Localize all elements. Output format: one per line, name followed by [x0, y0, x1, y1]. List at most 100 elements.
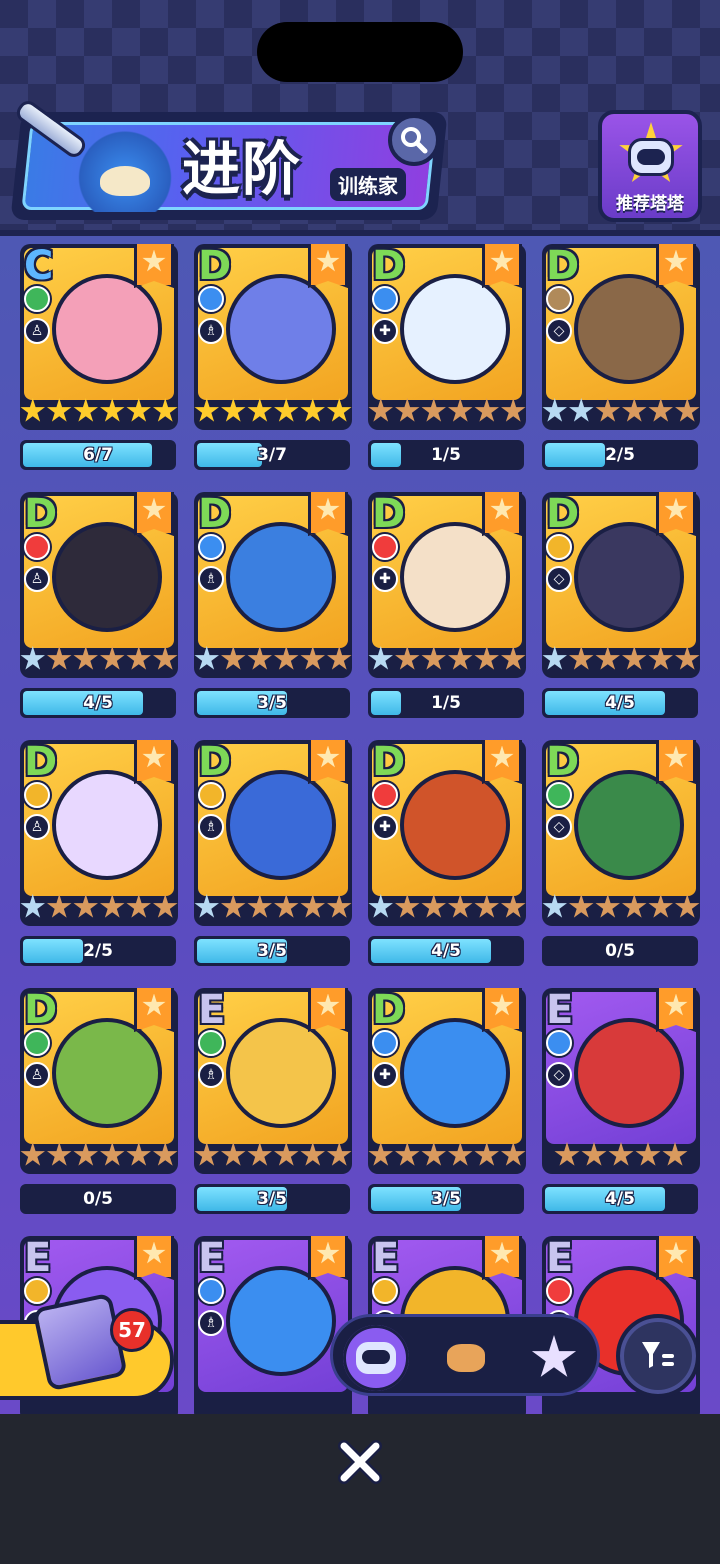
bronze-star-icon	[221, 894, 246, 918]
bronze-star-icon	[153, 646, 178, 670]
bronze-star-icon	[395, 1142, 420, 1166]
camera-notch	[257, 22, 463, 82]
role-icon: ♗	[198, 1062, 224, 1088]
creature-card[interactable]: D ♙	[20, 740, 178, 926]
progress-bar: 1/5	[368, 688, 524, 718]
bronze-star-icon	[501, 646, 526, 670]
bronze-star-icon	[300, 646, 325, 670]
bronze-star-icon	[274, 646, 299, 670]
grass-element-icon	[198, 1030, 224, 1056]
silver-star-icon	[542, 398, 567, 422]
progress-bar: 0/5	[20, 1184, 176, 1214]
bronze-star-icon	[635, 1142, 661, 1166]
creature-card[interactable]: D ✚	[368, 988, 526, 1174]
star-icon	[316, 497, 340, 520]
progress-text: 6/7	[83, 445, 113, 465]
bronze-star-icon	[100, 646, 125, 670]
creature-card[interactable]: D ♙	[20, 988, 178, 1174]
bronze-star-icon	[448, 894, 473, 918]
bronze-star-icon	[126, 1142, 151, 1166]
creature-card[interactable]: D ♙	[20, 492, 178, 678]
bronze-star-icon	[608, 1142, 634, 1166]
bronze-star-icon	[501, 894, 526, 918]
grade-label: E	[198, 987, 226, 1033]
creature-icon	[574, 522, 684, 632]
electric-element-icon	[198, 782, 224, 808]
creature-card[interactable]: D ✚	[368, 492, 526, 678]
role-icon: ♙	[24, 318, 50, 344]
bronze-star-icon	[126, 894, 151, 918]
creature-card[interactable]: D ◇	[542, 740, 700, 926]
grade-label: D	[24, 491, 58, 537]
progress-bar: 6/7	[20, 440, 176, 470]
electric-element-icon	[24, 782, 50, 808]
role-icon: ♗	[198, 1310, 224, 1336]
creature-card[interactable]: E ♗	[194, 988, 352, 1174]
creature-card[interactable]: E◇	[542, 988, 700, 1174]
progress-bar: 1/5	[368, 440, 524, 470]
bottom-tab-bar	[330, 1314, 600, 1396]
tab-bear[interactable]	[433, 1325, 499, 1391]
bronze-star-icon	[100, 894, 125, 918]
creature-card[interactable]: D ✚	[368, 740, 526, 926]
grade-label: D	[24, 987, 58, 1033]
silver-star-icon	[542, 646, 567, 670]
search-button[interactable]	[388, 114, 440, 166]
bronze-star-icon	[474, 894, 499, 918]
star-icon	[142, 249, 166, 272]
progress-text: 2/5	[83, 941, 113, 961]
creature-card[interactable]: D ♗	[194, 740, 352, 926]
bronze-star-icon	[327, 1142, 352, 1166]
bronze-star-icon	[569, 646, 594, 670]
filter-button[interactable]	[616, 1314, 700, 1398]
gold-star-icon	[153, 398, 178, 422]
role-icon: ◇	[546, 814, 572, 840]
creature-card[interactable]: D ◇	[542, 244, 700, 430]
creature-icon	[226, 274, 336, 384]
creature-card[interactable]: D ◇	[542, 492, 700, 678]
role-icon: ◇	[546, 566, 572, 592]
tab-robot[interactable]	[343, 1325, 409, 1391]
progress-bar: 4/5	[20, 688, 176, 718]
gold-star-icon	[20, 398, 45, 422]
gold-star-icon	[100, 398, 125, 422]
creature-card[interactable]: C ♙	[20, 244, 178, 430]
progress-bar: 3/5	[368, 1184, 524, 1214]
silver-star-icon	[20, 894, 45, 918]
star-rating	[194, 890, 352, 924]
tab-badge[interactable]	[521, 1325, 587, 1391]
recommend-button[interactable]: 推荐塔塔	[598, 110, 702, 222]
star-rating	[368, 1138, 526, 1172]
bronze-star-icon	[662, 1142, 688, 1166]
bronze-star-icon	[73, 1142, 98, 1166]
silver-star-icon	[368, 646, 393, 670]
creature-card[interactable]: D ♗	[194, 492, 352, 678]
progress-text: 3/5	[257, 693, 287, 713]
bronze-star-icon	[675, 398, 700, 422]
creature-icon	[226, 770, 336, 880]
close-button[interactable]	[330, 1432, 390, 1492]
star-icon	[664, 1241, 688, 1264]
filter-icon	[642, 1342, 674, 1368]
bronze-star-icon	[554, 1142, 580, 1166]
close-icon	[338, 1440, 382, 1484]
star-rating	[542, 642, 700, 676]
creature-card[interactable]: D ✚	[368, 244, 526, 430]
grade-label: D	[24, 739, 58, 785]
grade-label: E	[372, 1235, 400, 1281]
grade-label: D	[198, 739, 232, 785]
progress-text: 0/5	[83, 1189, 113, 1209]
grade-label: D	[546, 739, 580, 785]
role-icon: ♗	[198, 566, 224, 592]
progress-text: 4/5	[605, 693, 635, 713]
star-icon	[142, 745, 166, 768]
role-icon: ♙	[24, 1062, 50, 1088]
silver-star-icon	[194, 894, 219, 918]
creature-card[interactable]: E ♗	[194, 1236, 352, 1414]
bear-icon	[444, 1341, 488, 1375]
bronze-star-icon	[421, 646, 446, 670]
creature-card[interactable]: D ♗	[194, 244, 352, 430]
gold-star-icon	[300, 398, 325, 422]
star-rating	[542, 890, 700, 924]
bronze-star-icon	[622, 894, 647, 918]
